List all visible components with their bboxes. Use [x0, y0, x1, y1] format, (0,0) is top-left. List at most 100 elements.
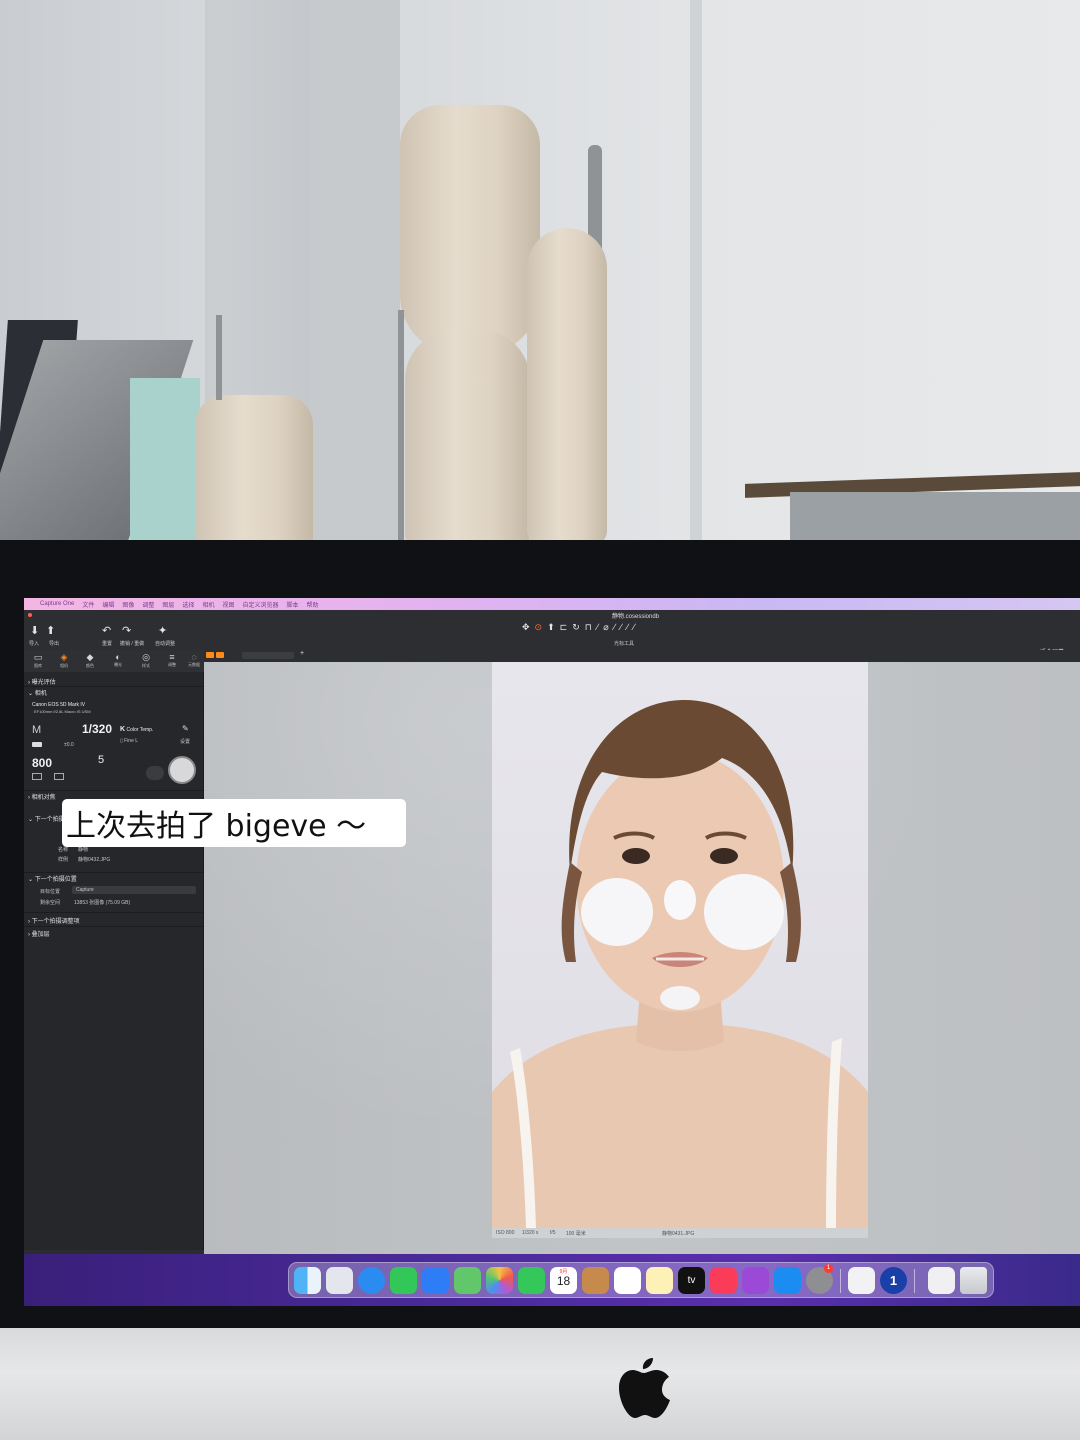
- crop-tool-icon[interactable]: ⊏: [560, 622, 573, 632]
- macos-menu-bar: Capture One 文件 编辑 图像 调整 图层 选择 相机 视图 自定义浏…: [24, 598, 1080, 610]
- menu-view[interactable]: 视图: [222, 600, 234, 609]
- add-icon[interactable]: +: [300, 650, 304, 657]
- menu-select[interactable]: 选择: [182, 600, 194, 609]
- facetime-icon[interactable]: [518, 1267, 545, 1294]
- notes-icon[interactable]: [646, 1267, 673, 1294]
- exposure-eval-header[interactable]: › 曝光评估: [28, 677, 56, 686]
- metering-icon[interactable]: [54, 773, 64, 780]
- viewer-mode-icon[interactable]: [206, 652, 214, 658]
- menu-script[interactable]: 脚本: [287, 600, 299, 609]
- quality-label[interactable]: ▯ Fine L: [120, 738, 138, 744]
- camera-icon: ◈: [60, 652, 68, 662]
- aperture-value[interactable]: 5: [98, 754, 104, 766]
- space-value: 13853 张图像 (75.09 GB): [74, 900, 131, 906]
- lens-model: EF100mm f/2.8L Macro IS USM: [34, 709, 91, 714]
- tab-style[interactable]: ◎ 样式: [136, 652, 156, 672]
- photo-aperture: f/5: [550, 1230, 556, 1236]
- menu-layer[interactable]: 图层: [162, 600, 174, 609]
- monitor-screen: Capture One 文件 编辑 图像 调整 图层 选择 相机 视图 自定义浏…: [24, 598, 1080, 1306]
- camera-section-header[interactable]: ⌄ 相机: [28, 688, 47, 697]
- messages-icon[interactable]: [390, 1267, 417, 1294]
- menu-image[interactable]: 图像: [122, 600, 134, 609]
- music-icon[interactable]: [710, 1267, 737, 1294]
- rotate-tool-icon[interactable]: ↻: [572, 622, 585, 632]
- apple-tv-icon[interactable]: tv: [678, 1267, 705, 1294]
- system-settings-icon[interactable]: 1: [806, 1264, 833, 1294]
- tab-color[interactable]: ◆ 颜色: [80, 652, 100, 672]
- style-icon: ◎: [142, 652, 150, 662]
- wall-pillar: [310, 0, 400, 545]
- tab-library[interactable]: ▭ 图库: [28, 652, 48, 672]
- white-balance-label[interactable]: K Color Temp.: [120, 726, 153, 733]
- shooting-mode[interactable]: M: [32, 724, 41, 736]
- trash-icon[interactable]: [960, 1267, 987, 1294]
- menu-help[interactable]: 帮助: [307, 600, 319, 609]
- undo-icon[interactable]: ↶: [102, 624, 111, 637]
- redo-icon[interactable]: ↷: [122, 624, 131, 637]
- select-tool-icon[interactable]: ⬆: [547, 622, 560, 632]
- pan-tool-icon[interactable]: ✥: [522, 622, 535, 632]
- auto-adjust-icon[interactable]: ✦: [158, 624, 167, 637]
- auto-adjust-label: 自动调整: [155, 641, 176, 647]
- finder-icon[interactable]: [294, 1267, 321, 1294]
- contacts-icon[interactable]: [582, 1267, 609, 1294]
- eraser-tool-icon[interactable]: ⌀: [603, 622, 613, 632]
- app-toolbar: ⬇ 导入 ⬆ 导出 ↶ 重置 ↷ 撤销 / 重做 ✦ 自动调整 ✥⊙⬆⊏↻⊓∕⌀…: [24, 610, 1080, 656]
- overlay-header[interactable]: › 叠加层: [28, 929, 50, 938]
- color-icon: ◆: [86, 652, 94, 662]
- destination-dropdown[interactable]: Capture: [72, 886, 196, 894]
- standing-torso-mannequin: [527, 228, 607, 545]
- shutter-speed[interactable]: 1/320: [82, 722, 112, 736]
- left-tool-panel: ▭ 图库 ◈ 相机 ◆ 颜色 ◐ 曝光 ◎ 样式 ≡ 调整 ◌ 元数据 › 曝光评估 ⌄ 相机…: [24, 650, 204, 1250]
- onepassword-icon[interactable]: 1: [880, 1267, 907, 1294]
- sort-dropdown[interactable]: [242, 652, 294, 659]
- capture-one-icon[interactable]: [848, 1267, 875, 1294]
- session-title: 静物.cosessiondb: [612, 614, 660, 620]
- menu-custom-browser[interactable]: 自定义浏览器: [242, 600, 278, 609]
- keystone-tool-icon[interactable]: ⊓: [585, 622, 597, 632]
- iso-value[interactable]: 800: [32, 756, 52, 770]
- menu-app[interactable]: Capture One: [40, 601, 74, 607]
- menu-camera[interactable]: 相机: [202, 600, 214, 609]
- menu-edit[interactable]: 编辑: [102, 600, 114, 609]
- portrait-illustration: [492, 699, 868, 1228]
- export-icon[interactable]: ⬆: [46, 624, 55, 637]
- calendar-icon[interactable]: 9月 18: [550, 1267, 577, 1294]
- photos-icon[interactable]: [486, 1267, 513, 1294]
- mail-icon[interactable]: [422, 1267, 449, 1294]
- app-store-icon[interactable]: [774, 1267, 801, 1294]
- portrait-photo[interactable]: [492, 662, 868, 1228]
- menu-adjust[interactable]: 调整: [142, 600, 154, 609]
- tab-adjust[interactable]: ≡ 调整: [162, 652, 182, 672]
- camera-model: Canon EOS 5D Mark IV: [32, 702, 86, 708]
- close-window-button[interactable]: [28, 613, 32, 617]
- camera-focus-header[interactable]: › 相机对焦: [28, 792, 56, 801]
- camera-settings-label[interactable]: 设置: [180, 738, 190, 745]
- loupe-tool-icon[interactable]: ⊙: [535, 622, 548, 632]
- maps-icon[interactable]: [454, 1267, 481, 1294]
- mint-board: [130, 378, 200, 545]
- gradient-tool-icon[interactable]: ∕: [633, 622, 640, 632]
- cursor-tool-group[interactable]: ✥⊙⬆⊏↻⊓∕⌀∕∕∕∕: [522, 622, 728, 636]
- metal-pole: [398, 310, 404, 545]
- import-icon[interactable]: ⬇: [30, 624, 39, 637]
- document-icon[interactable]: [928, 1267, 955, 1294]
- reminders-icon[interactable]: [614, 1267, 641, 1294]
- name-value[interactable]: 静物: [78, 846, 88, 853]
- sample-value: 静物0432.JPG: [78, 857, 111, 863]
- tab-exposure[interactable]: ◐ 曝光: [108, 652, 128, 672]
- safari-icon[interactable]: [358, 1267, 385, 1294]
- podcasts-icon[interactable]: [742, 1267, 769, 1294]
- tab-camera[interactable]: ◈ 相机: [54, 652, 74, 672]
- next-capture-location-header[interactable]: ⌄ 下一个拍摄位置: [28, 874, 77, 883]
- drive-mode-icon[interactable]: [32, 773, 42, 780]
- menu-file[interactable]: 文件: [82, 600, 94, 609]
- exposure-compensation[interactable]: ±0.0: [64, 742, 74, 748]
- viewer-grid-icon[interactable]: [216, 652, 224, 658]
- live-view-button[interactable]: [146, 766, 164, 780]
- edit-icon[interactable]: ✎: [182, 724, 189, 733]
- next-capture-adjust-header[interactable]: › 下一个拍摄调整项: [28, 916, 80, 925]
- launchpad-icon[interactable]: [326, 1267, 353, 1294]
- capture-shutter-button[interactable]: [168, 756, 196, 784]
- tab-metadata[interactable]: ◌ 元数据: [184, 652, 204, 672]
